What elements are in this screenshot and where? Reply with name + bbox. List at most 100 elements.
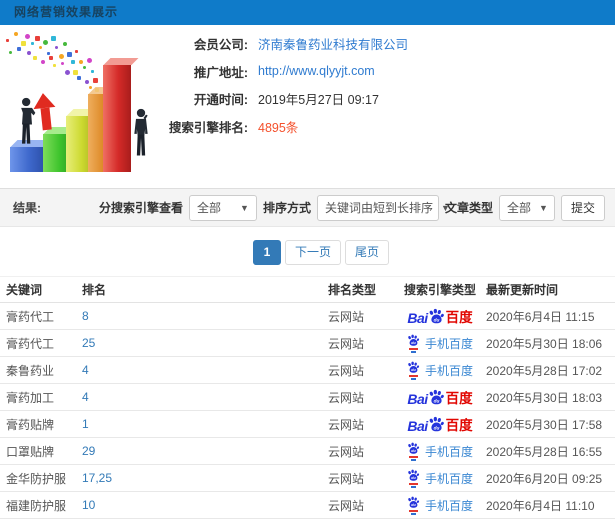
svg-text:du: du [411, 476, 416, 480]
cell-rank-link[interactable]: 29 [82, 444, 328, 458]
engine-filter-value: 全部 [196, 201, 221, 215]
confetti-dot [47, 52, 50, 55]
confetti-dot [43, 40, 48, 45]
cell-engine: Bai du 百度 [394, 389, 486, 406]
sort-filter-label: 排序方式 [262, 201, 311, 215]
confetti-dot [61, 62, 64, 65]
mobile-baidu-logo: du 手机百度 [407, 496, 473, 515]
cell-keyword: 膏药加工 [6, 390, 55, 405]
cell-rank-link[interactable]: 4 [82, 363, 328, 377]
cell-rank-type: 云网站 [328, 417, 365, 432]
cell-rank-link[interactable]: 25 [82, 336, 328, 350]
svg-text:du: du [411, 341, 416, 345]
open-time-value: 2019年5月27日 09:17 [258, 93, 379, 107]
confetti-dot [93, 78, 98, 83]
svg-text:du: du [433, 425, 439, 431]
baidu-logo: Bai du 百度 [407, 416, 473, 434]
chevron-down-icon: ▼ [539, 202, 548, 213]
cell-engine: Bai du 百度 [394, 416, 486, 433]
open-time-label: 开通时间: [193, 93, 248, 107]
article-filter-select[interactable]: 全部 ▼ [498, 194, 555, 221]
cell-rank-link[interactable]: 17,25 [82, 471, 328, 485]
confetti-dot [83, 66, 86, 69]
header-updated: 最新更新时间 [486, 283, 559, 297]
cell-rank-link[interactable]: 4 [82, 390, 328, 404]
cell-updated: 2020年5月30日 18:03 [486, 390, 603, 405]
table-body: 膏药代工 8 云网站 Bai du 百度 2020年6月4日 11:15 膏药代… [0, 303, 615, 520]
confetti-dot [89, 86, 92, 89]
confetti-dot [75, 50, 78, 53]
confetti-dot [14, 32, 18, 36]
confetti-dot [27, 51, 31, 55]
confetti-dot [85, 80, 89, 84]
svg-text:du: du [411, 449, 416, 453]
result-filter-bar: 结果: 分搜索引擎查看 全部 ▼ 排序方式 关键词由短到长排序 ▼ 文章类型 全… [0, 188, 615, 227]
illustration-bar-red [103, 65, 131, 172]
cell-rank-type: 云网站 [328, 444, 365, 459]
page-title: 网络营销效果展示 [14, 5, 119, 19]
confetti-dot [49, 56, 53, 60]
businessman-left-figure [17, 97, 37, 147]
engine-filter-select[interactable]: 全部 ▼ [188, 194, 257, 221]
confetti-dot [73, 70, 78, 75]
mobile-baidu-paw-icon: du [407, 442, 420, 461]
submit-button[interactable]: 提交 [560, 194, 605, 221]
cell-rank-link[interactable]: 10 [82, 498, 328, 512]
field-rank-count: 搜索引擎排名: 4895条 [160, 117, 610, 136]
cell-rank-link[interactable]: 8 [82, 309, 328, 323]
mobile-baidu-paw-icon: du [407, 496, 420, 515]
confetti-dot [51, 36, 56, 41]
cell-updated: 2020年6月4日 11:15 [486, 309, 595, 324]
cell-keyword: 膏药代工 [6, 309, 55, 324]
cell-rank-type: 云网站 [328, 498, 365, 513]
cell-engine: Bai du 百度 [394, 308, 486, 325]
cell-engine: Bai du 百度 [394, 361, 486, 380]
confetti-dot [59, 54, 64, 59]
engine-filter-label: 分搜索引擎查看 [98, 201, 183, 215]
confetti-dot [6, 39, 9, 42]
cell-keyword: 福建防护服 [6, 498, 67, 513]
table-row: 膏药加工 4 云网站 Bai du 百度 2020年5月30日 18:03 [0, 384, 615, 411]
article-filter-label: 文章类型 [444, 201, 493, 215]
confetti-dot [35, 36, 40, 41]
promo-url-link[interactable]: http://www.qlyyjt.com [258, 64, 375, 78]
page-button-1[interactable]: 1 [253, 240, 281, 265]
info-section: 会员公司: 济南秦鲁药业科技有限公司 推广地址: http://www.qlyy… [0, 25, 615, 188]
rank-count-value: 4895条 [258, 120, 299, 135]
confetti-dot [21, 41, 26, 46]
cell-keyword: 金华防护服 [6, 471, 67, 486]
confetti-dot [53, 64, 56, 67]
mobile-baidu-logo: du 手机百度 [407, 334, 473, 353]
member-company-link[interactable]: 济南秦鲁药业科技有限公司 [258, 34, 408, 53]
chevron-down-icon: ▼ [240, 202, 249, 213]
header-engine-type: 搜索引擎类型 [403, 283, 476, 297]
table-row: 膏药代工 25 云网站 Bai du 百度 [0, 330, 615, 357]
businessman-right-figure [131, 107, 151, 159]
promo-url-label: 推广地址: [193, 65, 248, 80]
cell-rank-link[interactable]: 1 [82, 417, 328, 431]
illustration-bar-blue [10, 147, 45, 172]
next-page-button[interactable]: 下一页 [285, 240, 342, 265]
last-page-button[interactable]: 尾页 [345, 240, 390, 265]
cell-rank-type: 云网站 [328, 390, 365, 405]
cell-rank-type: 云网站 [328, 363, 365, 378]
pagination: 1 下一页 尾页 [0, 227, 615, 276]
cell-engine: Bai du 百度 [394, 442, 486, 461]
svg-text:du: du [411, 503, 416, 507]
header-rank: 排名 [82, 283, 107, 297]
field-promo-url: 推广地址: http://www.qlyyjt.com [160, 62, 610, 81]
cell-keyword: 膏药代工 [6, 336, 55, 351]
sort-filter-value: 关键词由短到长排序 [324, 201, 433, 215]
confetti-dot [91, 70, 94, 73]
cell-keyword: 秦鲁药业 [6, 363, 55, 378]
confetti-dot [77, 76, 81, 80]
member-company-label: 会员公司: [193, 38, 248, 52]
member-info-panel: 会员公司: 济南秦鲁药业科技有限公司 推广地址: http://www.qlyy… [160, 34, 610, 144]
sort-filter-select[interactable]: 关键词由短到长排序 ▼ [316, 194, 450, 221]
header-rank-type: 排名类型 [328, 283, 377, 297]
table-row: 秦鲁药业 4 云网站 Bai du 百度 [0, 357, 615, 384]
mobile-baidu-logo: du 手机百度 [407, 469, 473, 488]
mobile-baidu-paw-icon: du [407, 361, 420, 380]
table-row: 福建防护服 10 云网站 Bai du 百度 [0, 492, 615, 519]
cell-engine: Bai du 百度 [394, 469, 486, 488]
